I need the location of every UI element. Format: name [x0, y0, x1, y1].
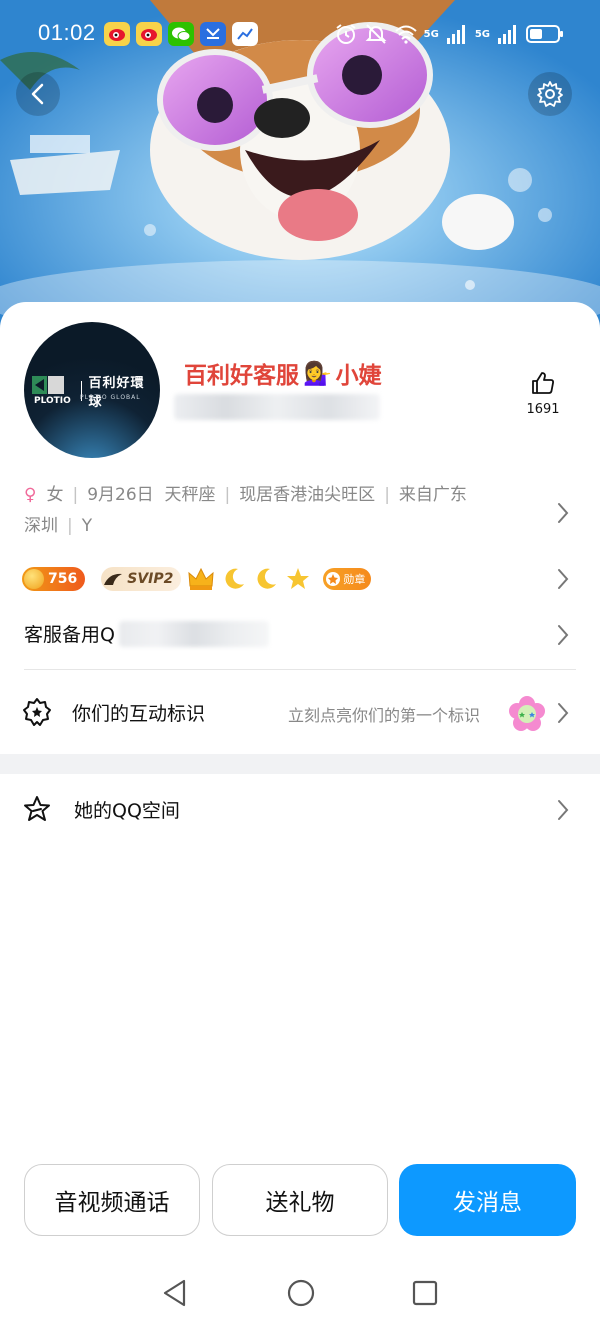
chevron-right-icon — [558, 569, 569, 589]
nav-home-icon[interactable] — [286, 1278, 316, 1308]
chevron-right-icon — [558, 703, 569, 723]
system-status: 5G 5G — [334, 22, 564, 46]
section-separator — [0, 754, 600, 774]
level-value: 756 — [48, 571, 78, 587]
crown-icon — [188, 567, 214, 590]
chevron-right-icon — [558, 503, 569, 523]
medal-icon — [326, 572, 341, 586]
level-badge: 756 — [22, 567, 86, 591]
nickname-suffix: 小婕 — [335, 363, 382, 389]
send-gift-button[interactable]: 送礼物 — [212, 1164, 388, 1236]
flower-badge-icon — [509, 696, 545, 731]
svip-badge: SVIP2 — [101, 567, 182, 591]
moon-icon — [225, 568, 245, 589]
notification-apps — [104, 22, 258, 46]
female-icon: ♀ — [24, 485, 37, 505]
wifi-icon — [394, 25, 417, 44]
qzone-row[interactable]: 她的QQ空间 — [0, 774, 600, 844]
network-label: 5G — [474, 28, 490, 40]
send-message-button[interactable]: 发消息 — [399, 1164, 576, 1236]
thumbs-up-icon — [532, 372, 554, 394]
video-call-button[interactable]: 音视频通话 — [24, 1164, 200, 1236]
qzone-star-icon — [24, 796, 50, 821]
signal-icon — [498, 25, 516, 44]
chevron-left-icon — [31, 83, 44, 105]
tmall-icon — [200, 22, 226, 46]
location: 现居香港油尖旺区 — [239, 485, 376, 505]
weibo-icon — [136, 22, 162, 46]
profile-info[interactable]: ♀ 女 | 9月26日 天秤座 | 现居香港油尖旺区 | 来自广东 深圳 | Y — [24, 480, 544, 542]
medal-badge: 勋章 — [323, 568, 372, 590]
interaction-label: 你们的互动标识 — [72, 703, 206, 725]
info-extra: Y — [81, 516, 93, 536]
avatar[interactable]: PLOTIO 百利好環球 PLOTIO GLOBAL — [24, 322, 160, 458]
avatar-brand: PLOTIO — [34, 396, 71, 406]
qzone-label: 她的QQ空间 — [74, 800, 180, 822]
alarm-icon — [336, 24, 356, 44]
svip-wing-icon — [104, 573, 123, 585]
network-label: 5G — [423, 28, 439, 40]
hometown-city: 深圳 — [24, 516, 58, 536]
nickname-emoji: 💁‍♀️ — [303, 360, 332, 387]
interaction-badge-icon — [23, 698, 51, 726]
gear-icon — [537, 81, 563, 107]
backup-account-row[interactable]: 客服备用Q — [24, 620, 269, 647]
avatar-logo: PLOTIO 百利好環球 PLOTIO GLOBAL — [32, 372, 156, 410]
backup-label: 客服备用Q — [24, 624, 115, 646]
zodiac: 天秤座 — [164, 485, 216, 505]
interaction-badge-row[interactable]: 你们的互动标识 立刻点亮你们的第一个标识 — [0, 670, 600, 754]
cover-image: 01:02 5G 5G — [0, 0, 600, 330]
back-button[interactable] — [16, 72, 60, 116]
medal-label: 勋章 — [343, 573, 366, 586]
interaction-hint: 立刻点亮你们的第一个标识 — [288, 706, 481, 725]
settings-button[interactable] — [528, 72, 572, 116]
battery-icon — [526, 25, 563, 43]
status-time: 01:02 — [38, 20, 96, 45]
avatar-name-cn: 百利好環球 — [88, 376, 145, 410]
wechat-icon — [168, 22, 194, 46]
nav-recents-icon[interactable] — [412, 1280, 438, 1306]
chevron-right-icon — [558, 800, 569, 820]
qq-number-redacted — [174, 394, 380, 420]
svip-label: SVIP2 — [127, 571, 174, 587]
badges-row[interactable]: 756 SVIP2 勋章 — [22, 564, 372, 594]
moon-icon — [257, 568, 277, 589]
weibo-icon — [104, 22, 130, 46]
backup-number-redacted — [118, 620, 269, 647]
avatar-name-en: PLOTIO GLOBAL — [80, 394, 141, 401]
chevron-right-icon — [558, 625, 569, 645]
star-icon — [287, 568, 310, 589]
nickname: 百利好客服 💁‍♀️ 小婕 — [184, 356, 382, 390]
hometown: 来自广东 — [398, 485, 467, 505]
nickname-prefix: 百利好客服 — [184, 363, 299, 389]
chart-app-icon — [232, 22, 258, 46]
nav-back-icon[interactable] — [160, 1278, 190, 1308]
coin-icon — [24, 569, 44, 589]
system-nav-bar — [0, 1262, 600, 1324]
like-button[interactable]: 1691 — [516, 370, 570, 417]
status-bar: 01:02 5G 5G — [0, 0, 600, 70]
birthday: 9月26日 — [87, 485, 154, 505]
plotio-logo-icon — [32, 376, 64, 394]
mute-icon — [365, 24, 387, 44]
gender: 女 — [46, 485, 64, 505]
likes-count: 1691 — [526, 402, 560, 417]
signal-icon — [446, 25, 465, 44]
